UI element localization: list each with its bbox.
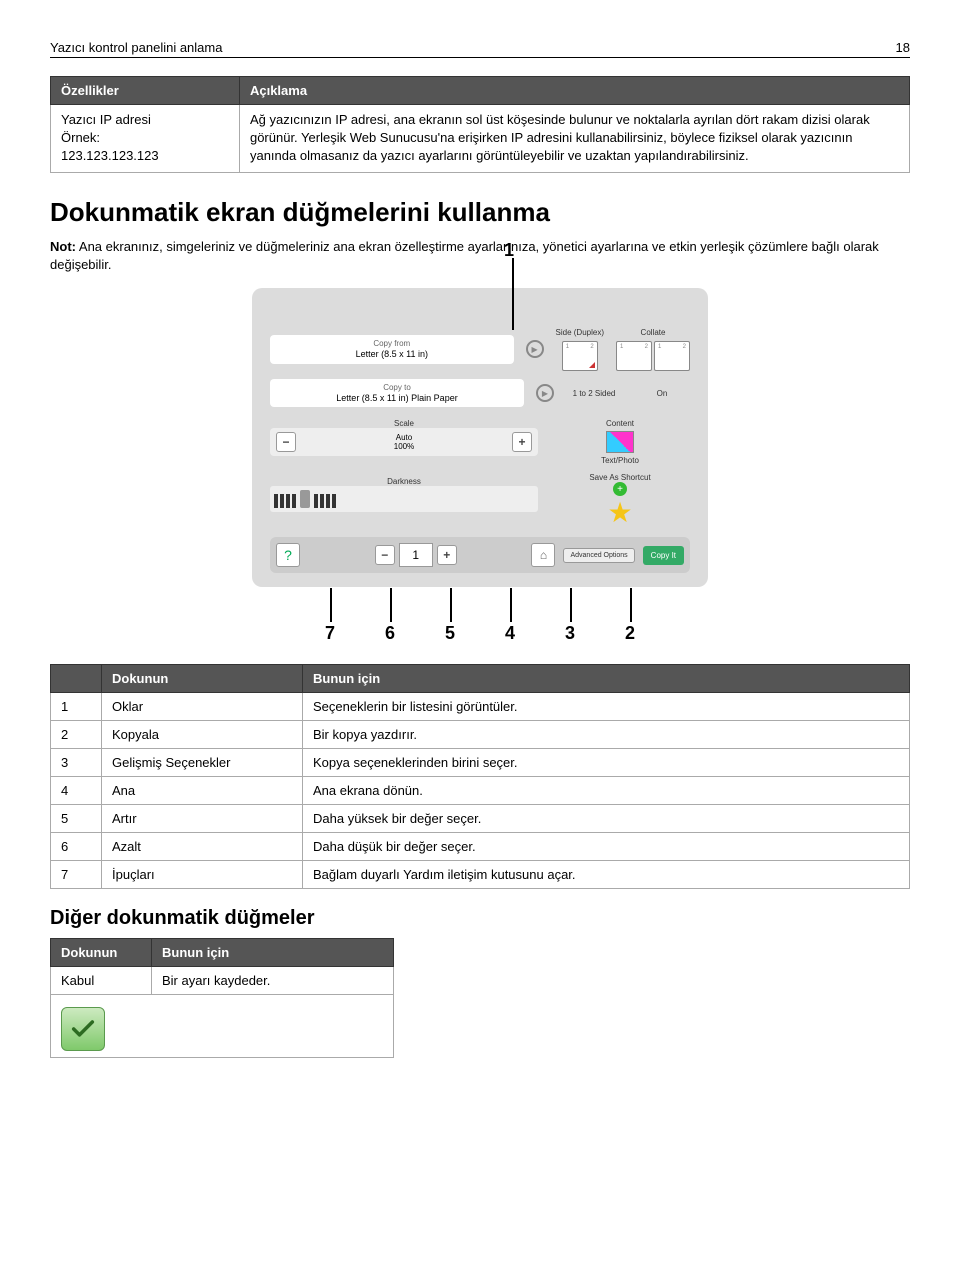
other-buttons-table: Dokunun Bunun için Kabul Bir ayarı kayde…: [50, 938, 394, 1058]
side-thumb[interactable]: [562, 341, 598, 371]
accept-name: Kabul: [51, 967, 152, 995]
col-features: Özellikler: [51, 77, 240, 105]
table-row: 5ArtırDaha yüksek bir değer seçer.: [51, 805, 910, 833]
touchscreen-panel: 1 Copy from Letter (8.5 x 11 in) ▶ Side …: [252, 288, 708, 587]
copy-from-row: Copy from Letter (8.5 x 11 in) ▶ Side (D…: [270, 328, 690, 371]
darkness-save-row: Darkness Save As Shortcut + ★: [270, 473, 690, 529]
panel-figure: 1 Copy from Letter (8.5 x 11 in) ▶ Side …: [50, 288, 910, 644]
callout-7: 7: [325, 623, 335, 644]
save-label: Save As Shortcut: [550, 473, 690, 482]
copy-it-button[interactable]: Copy It: [643, 546, 684, 565]
content-thumb[interactable]: [606, 431, 634, 453]
content-label: Content: [550, 419, 690, 428]
copy-to-row: Copy to Letter (8.5 x 11 in) Plain Paper…: [270, 379, 690, 407]
table-row: 3Gelişmiş SeçeneklerKopya seçeneklerinde…: [51, 749, 910, 777]
side-column: Side (Duplex): [556, 328, 604, 371]
table-row: [51, 995, 394, 1058]
bottom-bar: ? − 1 + ⌂ Advanced Options Copy It: [270, 537, 690, 573]
other-h0: Dokunun: [51, 939, 152, 967]
touchscreen-note: Not: Ana ekranınız, simgeleriniz ve düğm…: [50, 238, 910, 274]
scale-mode: Auto: [300, 433, 508, 442]
header-title: Yazıcı kontrol panelini anlama: [50, 40, 222, 55]
other-h1: Bunun için: [152, 939, 394, 967]
example-value: 123.123.123.123: [61, 148, 159, 163]
advanced-options-button[interactable]: Advanced Options: [563, 548, 634, 563]
actions-table: Dokunun Bunun için 1OklarSeçeneklerin bi…: [50, 664, 910, 889]
note-body: Ana ekranınız, simgeleriniz ve düğmeleri…: [50, 239, 879, 272]
collate-thumb-2[interactable]: [654, 341, 690, 371]
actions-h1: Dokunun: [102, 665, 303, 693]
scale-label: Scale: [270, 419, 538, 428]
accept-check-icon[interactable]: [61, 1007, 105, 1051]
callout-3: 3: [565, 623, 575, 644]
collate-column: Collate: [616, 328, 690, 371]
collate-value: On: [657, 389, 668, 398]
home-button[interactable]: ⌂: [531, 543, 555, 567]
actions-h2: Bunun için: [303, 665, 910, 693]
scale-minus-button[interactable]: −: [276, 432, 296, 452]
table-row: 7İpuçlarıBağlam duyarlı Yardım iletişim …: [51, 861, 910, 889]
darkness-slider[interactable]: [270, 486, 538, 512]
content-value: Text/Photo: [550, 456, 690, 465]
collate-value-col: On: [634, 389, 690, 398]
feature-cell: Yazıcı IP adresi Örnek: 123.123.123.123: [51, 105, 240, 173]
star-icon[interactable]: ★: [550, 496, 690, 529]
accept-desc: Bir ayarı kaydeder.: [152, 967, 394, 995]
side-value: 1 to 2 Sided: [573, 389, 616, 398]
callout-4: 4: [505, 623, 515, 644]
copy-to-field[interactable]: Copy to Letter (8.5 x 11 in) Plain Paper: [270, 379, 524, 407]
collate-label: Collate: [641, 328, 666, 337]
table-row: 1OklarSeçeneklerin bir listesini görüntü…: [51, 693, 910, 721]
side-label: Side (Duplex): [556, 328, 604, 337]
darkness-col: Darkness: [270, 473, 538, 512]
copy-to-label: Copy to: [278, 383, 516, 393]
collate-thumb-1[interactable]: [616, 341, 652, 371]
table-row: Kabul Bir ayarı kaydeder.: [51, 967, 394, 995]
table-row: 2KopyalaBir kopya yazdırır.: [51, 721, 910, 749]
touchscreen-heading: Dokunmatik ekran düğmelerini kullanma: [50, 197, 910, 228]
bottom-callouts: 7 6 5 4 3 2: [50, 623, 910, 644]
table-row: 6AzaltDaha düşük bir değer seçer.: [51, 833, 910, 861]
count-minus-button[interactable]: −: [375, 545, 395, 565]
callout-1-line: [512, 258, 514, 330]
col-description: Açıklama: [239, 77, 909, 105]
scale-box: − Auto 100% +: [270, 428, 538, 456]
copy-from-value: Letter (8.5 x 11 in): [278, 349, 506, 360]
other-buttons-heading: Diğer dokunmatik düğmeler: [50, 907, 910, 930]
page-header: Yazıcı kontrol panelini anlama 18: [50, 40, 910, 58]
side-value-col: 1 to 2 Sided: [566, 389, 622, 398]
example-label: Örnek:: [61, 130, 100, 145]
save-plus-icon[interactable]: +: [613, 482, 627, 496]
scale-readout: Auto 100%: [300, 433, 508, 451]
copy-from-field[interactable]: Copy from Letter (8.5 x 11 in): [270, 335, 514, 363]
count-plus-button[interactable]: +: [437, 545, 457, 565]
features-table: Özellikler Açıklama Yazıcı IP adresi Örn…: [50, 76, 910, 173]
help-button[interactable]: ?: [276, 543, 300, 567]
callout-5: 5: [445, 623, 455, 644]
header-page: 18: [896, 40, 910, 55]
save-col: Save As Shortcut + ★: [550, 473, 690, 529]
content-col: Content Text/Photo: [550, 415, 690, 465]
scale-col: Scale − Auto 100% +: [270, 415, 538, 456]
callout-2: 2: [625, 623, 635, 644]
copy-to-arrow-icon[interactable]: ▶: [536, 384, 554, 402]
copy-to-value: Letter (8.5 x 11 in) Plain Paper: [278, 393, 516, 404]
scale-value: 100%: [300, 442, 508, 451]
scale-content-row: Scale − Auto 100% + Content Text/Photo: [270, 415, 690, 465]
feature-label: Yazıcı IP adresi: [61, 112, 151, 127]
table-row: 4AnaAna ekrana dönün.: [51, 777, 910, 805]
accept-icon-cell: [51, 995, 394, 1058]
copy-from-arrow-icon[interactable]: ▶: [526, 340, 544, 358]
darkness-label: Darkness: [270, 477, 538, 486]
note-prefix: Not:: [50, 239, 76, 254]
copy-from-label: Copy from: [278, 339, 506, 349]
feature-description: Ağ yazıcınızın IP adresi, ana ekranın so…: [239, 105, 909, 173]
callout-6: 6: [385, 623, 395, 644]
count-group: − 1 +: [375, 543, 457, 567]
actions-h0: [51, 665, 102, 693]
scale-plus-button[interactable]: +: [512, 432, 532, 452]
count-display: 1: [399, 543, 433, 567]
